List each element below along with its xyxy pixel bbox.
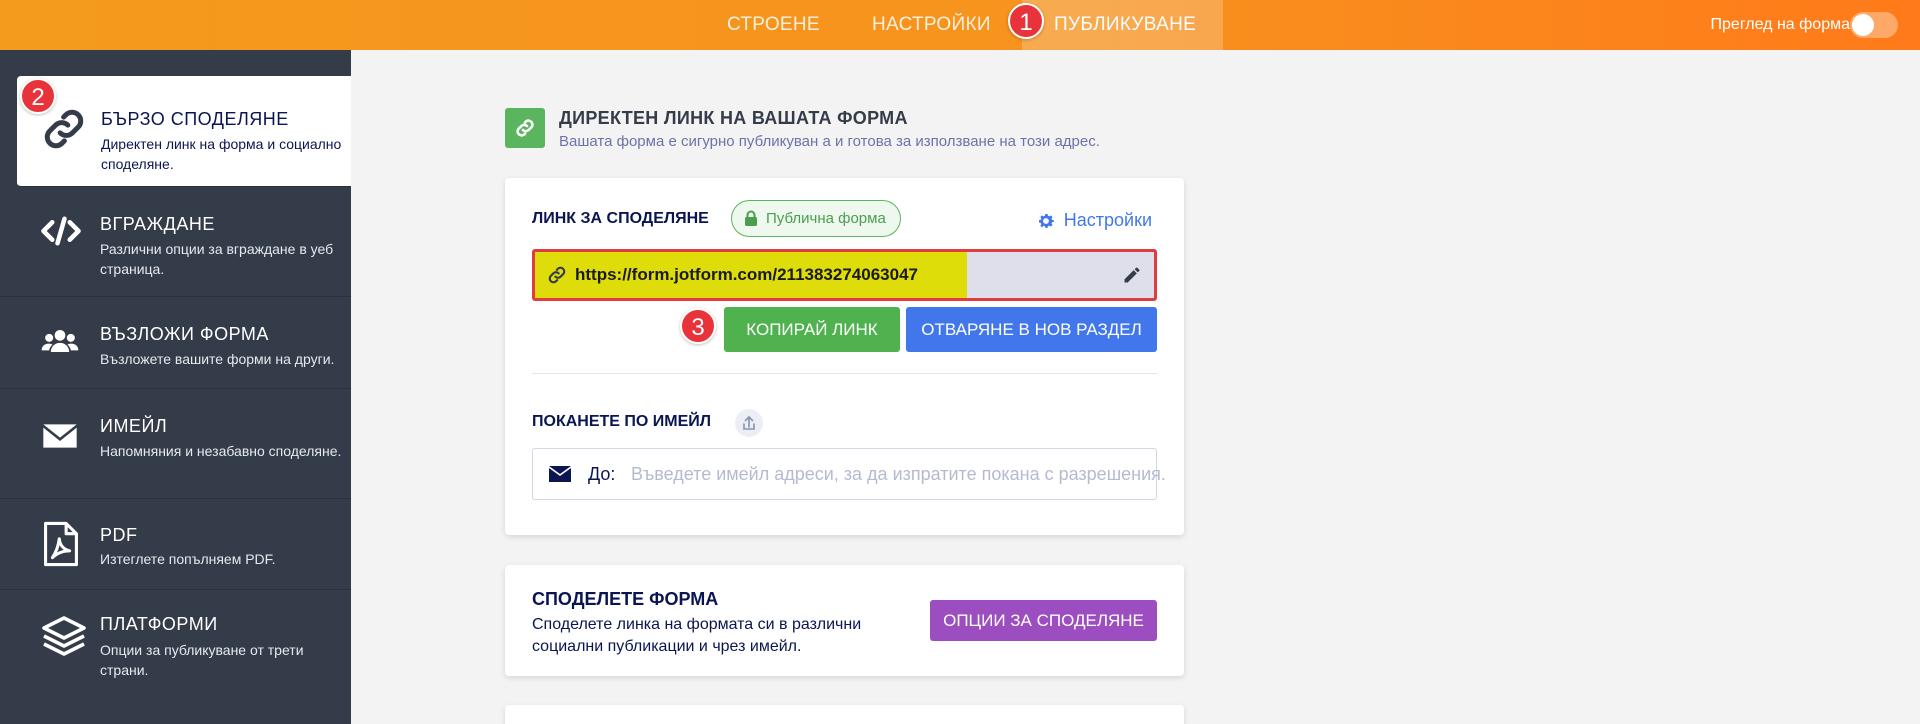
sidebar-item-desc: Напомняния и незабавно споделяне. (100, 443, 342, 459)
form-preview-toggle[interactable] (1850, 12, 1898, 38)
settings-link-label: Настройки (1063, 210, 1152, 230)
open-new-tab-button[interactable]: ОТВАРЯНЕ В НОВ РАЗДЕЛ (906, 307, 1157, 352)
sidebar-item-pdf[interactable]: PDF Изтеглете попълняем PDF. (0, 499, 351, 590)
sidebar-item-title: PDF (100, 525, 138, 545)
link-settings-button[interactable]: Настройки (1038, 210, 1152, 231)
step-badge-2: 2 (20, 78, 56, 114)
section-subtitle: Вашата форма е сигурно публикуван а и го… (559, 133, 1100, 150)
sidebar-item-quick-share[interactable]: БЪРЗО СПОДЕЛЯНЕ Директен линк на форма и… (17, 76, 351, 187)
form-preview-label: Преглед на форма (1710, 16, 1850, 33)
sidebar-item-title: ПЛАТФОРМИ (100, 614, 218, 634)
share-upload-icon[interactable] (735, 409, 763, 437)
layers-icon (40, 612, 86, 658)
code-icon (40, 210, 86, 256)
email-to-label: До: (588, 464, 616, 484)
gear-icon (1038, 214, 1054, 228)
sidebar-item-title: БЪРЗО СПОДЕЛЯНЕ (101, 109, 289, 129)
social-share-desc: Споделете линка на формата си в различни… (532, 616, 862, 655)
share-link-card: ЛИНК ЗА СПОДЕЛЯНЕ Публична форма Настрой… (505, 178, 1184, 535)
envelope-icon (40, 416, 86, 462)
form-url-text[interactable]: https://form.jotform.com/211383274063047 (575, 252, 918, 298)
tab-publish[interactable]: ПУБЛИКУВАНЕ (1022, 0, 1223, 50)
sidebar: БЪРЗО СПОДЕЛЯНЕ Директен линк на форма и… (0, 50, 351, 724)
pdf-icon (40, 520, 86, 567)
toggle-knob (1852, 14, 1874, 36)
share-options-button[interactable]: ОПЦИИ ЗА СПОДЕЛЯНЕ (930, 600, 1157, 641)
sidebar-item-embed[interactable]: ВГРАЖДАНЕ Различни опции за вграждане в … (0, 187, 351, 297)
tab-settings[interactable]: НАСТРОЙКИ (872, 0, 991, 50)
sidebar-item-title: ИМЕЙЛ (100, 416, 168, 436)
social-share-card: СПОДЕЛЕТЕ ФОРМА Споделете линка на форма… (505, 565, 1184, 676)
sidebar-item-assign-form[interactable]: ВЪЗЛОЖИ ФОРМА Възложете вашите форми на … (0, 297, 351, 389)
section-title: ДИРЕКТЕН ЛИНК НА ВАШАТА ФОРМА (559, 108, 908, 128)
step-badge-1: 1 (1008, 3, 1044, 39)
sidebar-item-desc: Опции за публикуване от трети страни. (100, 642, 304, 678)
email-invite-input[interactable]: До: Въведете имейл адреси, за да изпрати… (532, 448, 1166, 500)
sidebar-item-desc: Различни опции за вграждане в уеб страни… (100, 241, 334, 277)
sidebar-item-desc: Изтеглете попълняем PDF. (100, 551, 276, 567)
public-form-label: Публична форма (766, 210, 886, 227)
users-icon (40, 322, 86, 368)
top-navigation-bar: СТРОЕНЕ НАСТРОЙКИ ПУБЛИКУВАНЕ Преглед на… (0, 0, 1920, 50)
sidebar-item-title: ВЪЗЛОЖИ ФОРМА (100, 324, 269, 344)
next-card (505, 705, 1184, 724)
email-placeholder[interactable]: Въведете имейл адреси, за да изпратите п… (631, 449, 1166, 499)
tab-build[interactable]: СТРОЕНЕ (727, 0, 820, 50)
public-form-badge: Публична форма (731, 200, 901, 237)
copy-link-button[interactable]: КОПИРАЙ ЛИНК (724, 307, 900, 352)
sidebar-item-desc: Възложете вашите форми на други. (100, 351, 335, 367)
form-url-field[interactable]: https://form.jotform.com/211383274063047 (532, 249, 1157, 301)
link-icon (41, 106, 87, 152)
link-icon (505, 108, 545, 148)
step-badge-3: 3 (680, 308, 716, 344)
link-icon (548, 266, 566, 284)
envelope-icon (549, 466, 571, 482)
share-link-label: ЛИНК ЗА СПОДЕЛЯНЕ (532, 210, 709, 227)
divider (532, 373, 1157, 374)
pencil-icon[interactable] (1122, 265, 1142, 285)
sidebar-item-title: ВГРАЖДАНЕ (100, 214, 215, 234)
social-share-title: СПОДЕЛЕТЕ ФОРМА (532, 589, 719, 609)
sidebar-item-desc: Директен линк на форма и социално сподел… (101, 136, 342, 172)
invite-by-email-label: ПОКАНЕТЕ ПО ИМЕЙЛ (532, 413, 711, 430)
lock-icon (745, 210, 757, 226)
sidebar-item-email[interactable]: ИМЕЙЛ Напомняния и незабавно споделяне. (0, 389, 351, 499)
sidebar-item-platforms[interactable]: ПЛАТФОРМИ Опции за публикуване от трети … (0, 590, 351, 724)
